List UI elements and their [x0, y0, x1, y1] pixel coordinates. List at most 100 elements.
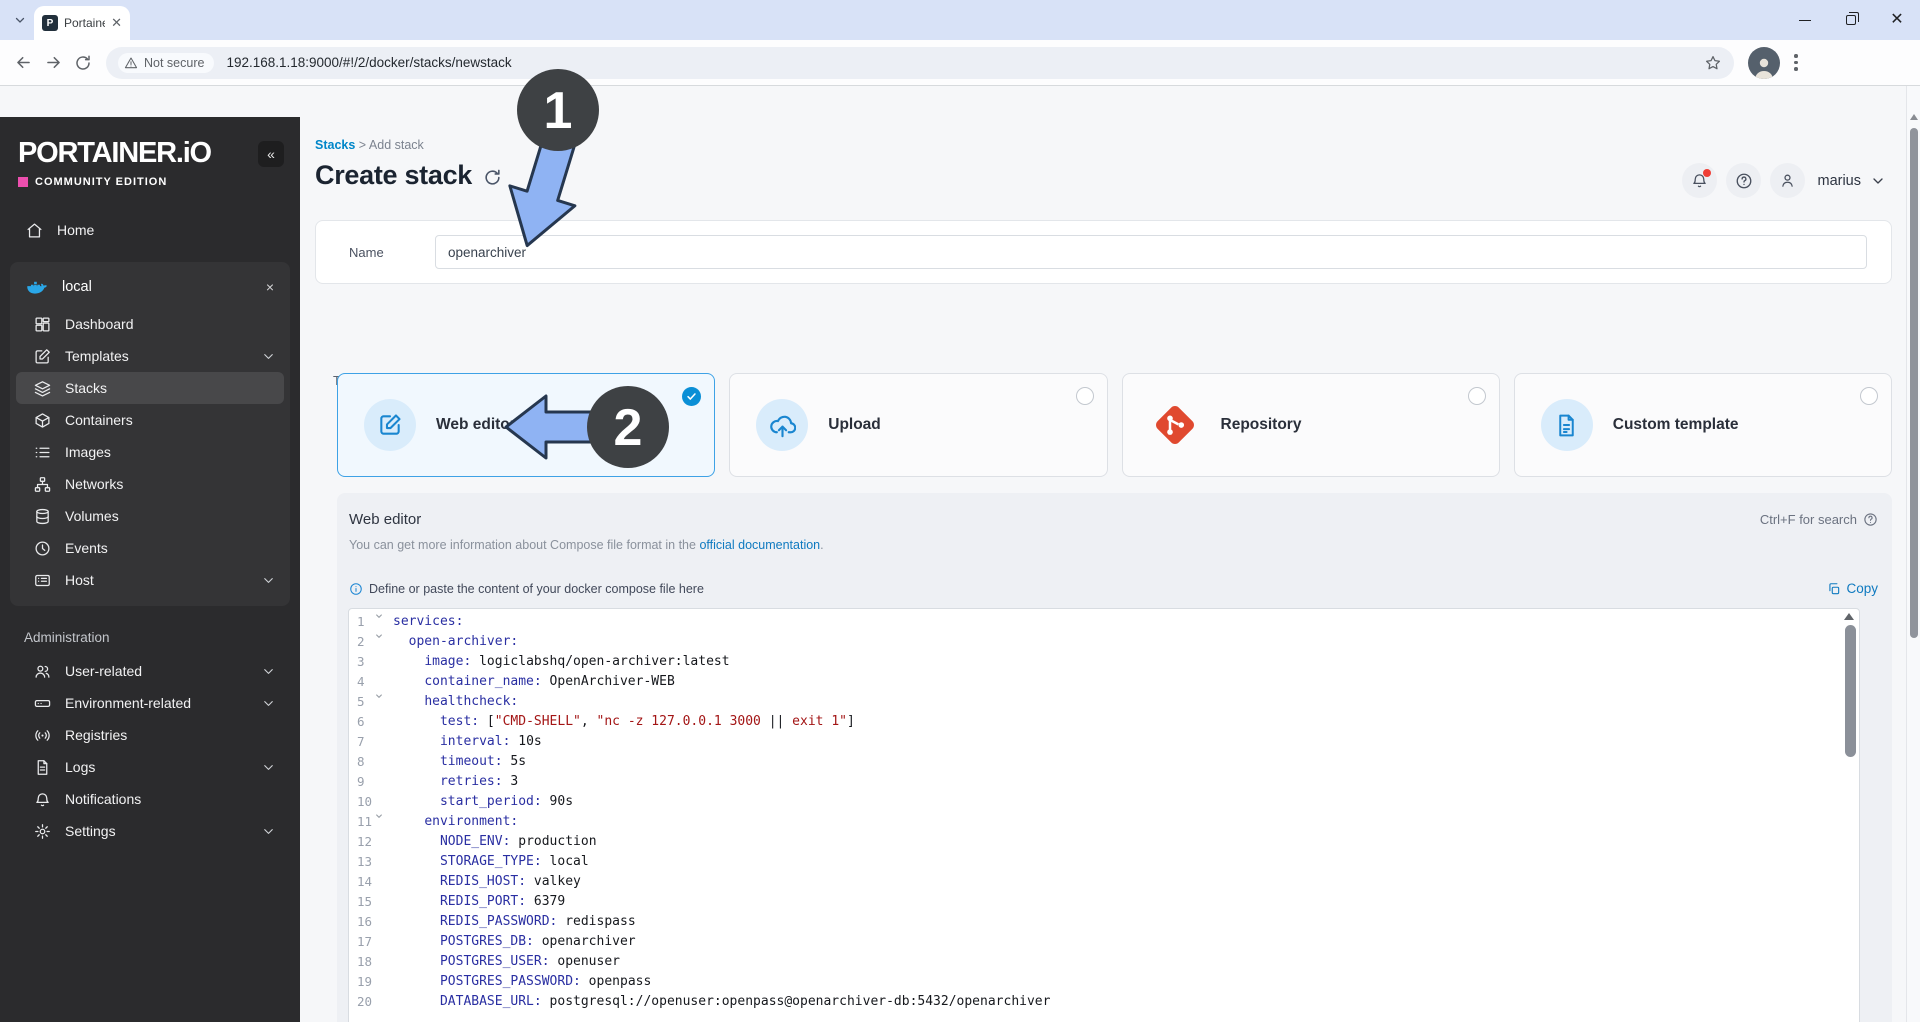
- forward-button[interactable]: [38, 48, 68, 78]
- chevron-down-icon[interactable]: [1870, 173, 1886, 189]
- sidebar-item-stacks[interactable]: Stacks: [16, 372, 284, 404]
- editor-line[interactable]: 12 NODE_ENV: production: [349, 832, 1859, 852]
- browser-profile-avatar[interactable]: [1748, 46, 1780, 79]
- chevron-down-icon[interactable]: [261, 664, 276, 679]
- sidebar-item-events[interactable]: Events: [16, 532, 284, 564]
- sidebar-item-registries[interactable]: Registries: [10, 719, 290, 751]
- sidebar-item-environment-related[interactable]: Environment-related: [10, 687, 290, 719]
- browser-tab[interactable]: P Portaine ✕: [34, 6, 130, 40]
- editor-line[interactable]: 19 POSTGRES_PASSWORD: openpass: [349, 972, 1859, 992]
- web-editor-panel: Web editor Ctrl+F for search You can get…: [337, 493, 1892, 1022]
- breadcrumb-stacks-link[interactable]: Stacks: [315, 138, 355, 152]
- editor-line[interactable]: 16 REDIS_PASSWORD: redispass: [349, 912, 1859, 932]
- fold-arrow-icon[interactable]: [375, 812, 393, 832]
- environment-name: local: [62, 279, 92, 295]
- sidebar-item-images[interactable]: Images: [16, 436, 284, 468]
- code-text: POSTGRES_USER: openuser: [439, 954, 620, 969]
- chevron-down-icon[interactable]: [261, 349, 276, 364]
- sidebar-item-dashboard[interactable]: Dashboard: [16, 308, 284, 340]
- logs-icon: [34, 759, 51, 776]
- editor-line[interactable]: 17 POSTGRES_DB: openarchiver: [349, 932, 1859, 952]
- window-minimize-button[interactable]: [1782, 0, 1828, 40]
- sidebar-item-notifications[interactable]: Notifications: [10, 783, 290, 815]
- copy-button[interactable]: Copy: [1827, 581, 1878, 596]
- username[interactable]: marius: [1817, 173, 1861, 189]
- editor-line[interactable]: 18 POSTGRES_USER: openuser: [349, 952, 1859, 972]
- window-close-button[interactable]: ✕: [1874, 0, 1920, 40]
- user-avatar-button[interactable]: [1770, 163, 1806, 198]
- browser-toolbar: Not secure 192.168.1.18:9000/#!/2/docker…: [0, 40, 1920, 86]
- radio-unselected[interactable]: [1860, 387, 1878, 405]
- radio-unselected[interactable]: [1467, 387, 1486, 405]
- tab-title: Portaine: [64, 16, 106, 30]
- editor-line[interactable]: 13 STORAGE_TYPE: local: [349, 852, 1859, 872]
- editor-line[interactable]: 15 REDIS_PORT: 6379: [349, 892, 1859, 912]
- editor-scroll-up-icon[interactable]: [1844, 613, 1854, 620]
- editor-line[interactable]: 11 environment:: [349, 812, 1859, 832]
- editor-line[interactable]: 3 image: logiclabshq/open-archiver:lates…: [349, 652, 1859, 672]
- window-restore-button[interactable]: [1828, 0, 1874, 40]
- editor-line[interactable]: 2 open-archiver:: [349, 632, 1859, 652]
- not-secure-chip[interactable]: Not secure: [118, 52, 215, 73]
- editor-line[interactable]: 5 healthcheck:: [349, 692, 1859, 712]
- chevron-down-icon[interactable]: [261, 573, 276, 588]
- portainer-logo: PORTAINER.iO: [18, 137, 212, 169]
- sidebar-item-user-related[interactable]: User-related: [10, 655, 290, 687]
- build-method-custom-template[interactable]: Custom template: [1513, 373, 1892, 477]
- url-bar[interactable]: Not secure 192.168.1.18:9000/#!/2/docker…: [106, 46, 1734, 79]
- tab-close-icon[interactable]: ✕: [111, 15, 122, 31]
- sidebar-item-containers[interactable]: Containers: [16, 404, 284, 436]
- url-text[interactable]: 192.168.1.18:9000/#!/2/docker/stacks/new…: [226, 55, 511, 70]
- editor-line[interactable]: 9 retries: 3: [349, 772, 1859, 792]
- sidebar-item-host[interactable]: Host: [16, 564, 284, 596]
- editor-line[interactable]: 8 timeout: 5s: [349, 752, 1859, 772]
- help-button[interactable]: [1726, 163, 1762, 198]
- browser-menu-icon[interactable]: [1786, 48, 1806, 78]
- scrollbar-thumb[interactable]: [1910, 128, 1918, 638]
- fold-arrow-icon[interactable]: [375, 612, 393, 632]
- chevron-down-icon[interactable]: [261, 760, 276, 775]
- compose-code-editor[interactable]: 1 services: 2 open-archiver: 3 image: logic…: [348, 608, 1860, 1022]
- containers-icon: [34, 412, 51, 429]
- sidebar-item-networks[interactable]: Networks: [16, 468, 284, 500]
- tab-search-button[interactable]: [8, 8, 32, 32]
- editor-line[interactable]: 10 start_period: 90s: [349, 792, 1859, 812]
- radio-unselected[interactable]: [1075, 387, 1094, 405]
- notifications-bell-button[interactable]: [1682, 163, 1718, 198]
- chevron-down-icon[interactable]: [261, 696, 276, 711]
- environment-close-icon[interactable]: ×: [266, 279, 274, 295]
- help-circle-icon[interactable]: [1863, 512, 1878, 527]
- sidebar-item-logs[interactable]: Logs: [10, 751, 290, 783]
- sidebar-item-home[interactable]: Home: [10, 214, 290, 246]
- web-editor-title: Web editor: [349, 511, 422, 528]
- editor-line[interactable]: 4 container_name: OpenArchiver-WEB: [349, 672, 1859, 692]
- official-documentation-link[interactable]: official documentation: [699, 538, 820, 552]
- refresh-icon[interactable]: [483, 168, 502, 187]
- fold-arrow-icon[interactable]: [375, 692, 393, 712]
- editor-line[interactable]: 1 services:: [349, 612, 1859, 632]
- editor-scrollbar[interactable]: [1845, 625, 1856, 757]
- scrollbar-up-icon[interactable]: [1910, 114, 1918, 120]
- chevron-down-icon[interactable]: [261, 824, 276, 839]
- sidebar-item-label: Images: [65, 444, 111, 460]
- editor-line[interactable]: 20 DATABASE_URL: postgresql://openuser:o…: [349, 992, 1859, 1012]
- build-method-web-editor[interactable]: Web editor: [337, 373, 716, 477]
- fold-arrow-icon[interactable]: [375, 632, 393, 652]
- editor-line[interactable]: 7 interval: 10s: [349, 732, 1859, 752]
- reload-button[interactable]: [68, 48, 98, 78]
- stack-name-input[interactable]: [435, 235, 1867, 269]
- sidebar-item-volumes[interactable]: Volumes: [16, 500, 284, 532]
- build-method-upload[interactable]: Upload: [729, 373, 1108, 477]
- bookmark-star-icon[interactable]: [1704, 54, 1722, 72]
- editor-line[interactable]: 6 test: ["CMD-SHELL", "nc -z 127.0.0.1 3…: [349, 712, 1859, 732]
- sidebar-item-settings[interactable]: Settings: [10, 815, 290, 847]
- back-button[interactable]: [8, 48, 38, 78]
- environment-header[interactable]: local ×: [16, 268, 284, 308]
- line-number: 17: [357, 934, 373, 949]
- editor-line[interactable]: 14 REDIS_HOST: valkey: [349, 872, 1859, 892]
- line-number: 3: [357, 654, 365, 669]
- sidebar-collapse-button[interactable]: «: [258, 140, 284, 167]
- sidebar-item-templates[interactable]: Templates: [16, 340, 284, 372]
- page-scrollbar[interactable]: [1906, 86, 1920, 1022]
- build-method-repository[interactable]: Repository: [1121, 373, 1500, 477]
